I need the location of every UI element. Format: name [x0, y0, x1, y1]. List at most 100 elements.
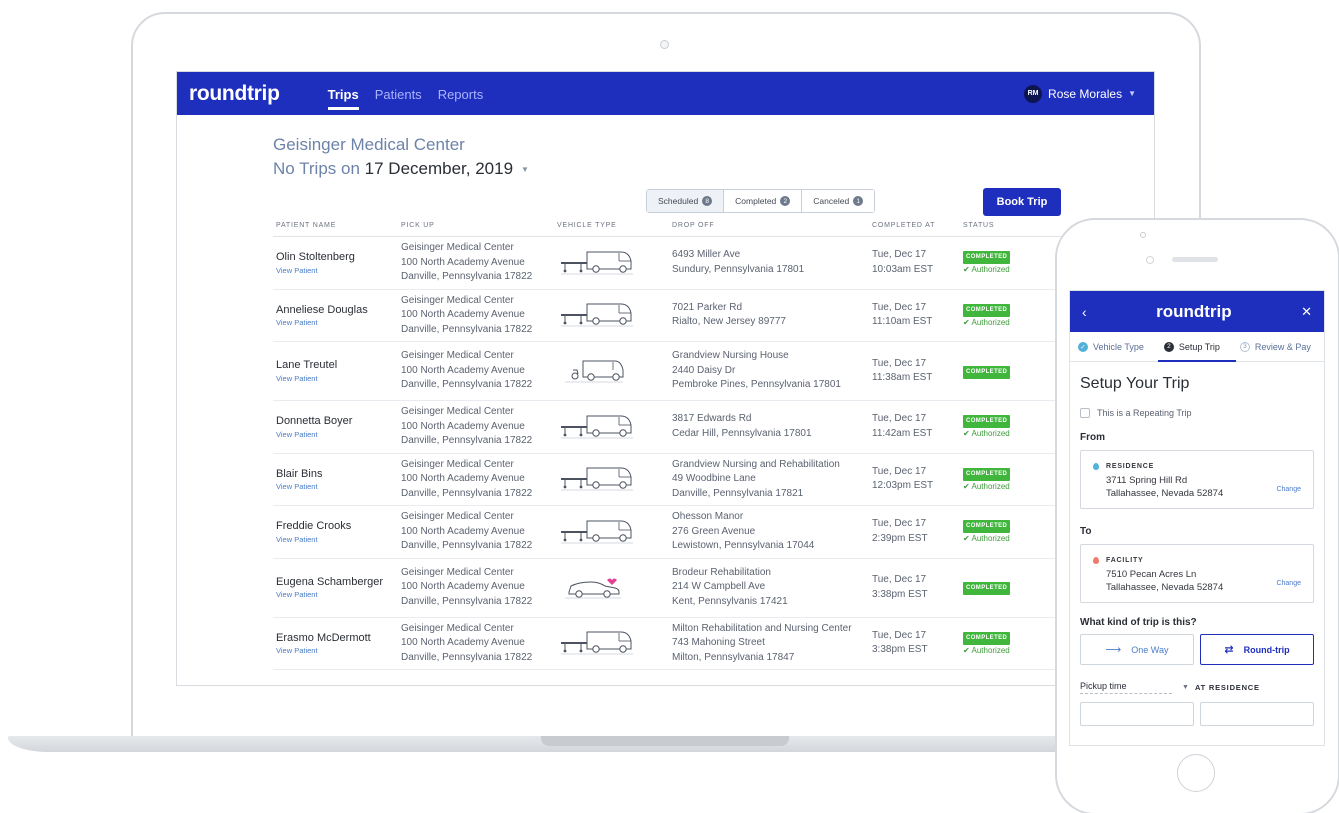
checkbox-icon[interactable] [1080, 408, 1090, 418]
view-patient-link[interactable]: View Patient [276, 589, 395, 600]
dropoff-line: Kent, Pennsylvanis 17421 [672, 595, 788, 607]
user-menu[interactable]: RM Rose Morales ▼ [1024, 84, 1136, 103]
chevron-down-icon: ▼ [1182, 684, 1189, 691]
dropoff-line: 7021 Parker Rd [672, 301, 743, 313]
filter-scheduled[interactable]: Scheduled 8 [647, 190, 725, 212]
pickup-line: Geisinger Medical Center [401, 406, 514, 417]
pickup-date-input[interactable] [1080, 702, 1194, 726]
phone-camera [1140, 232, 1146, 238]
date-selector[interactable]: No Trips on 17 December, 2019 ▼ [273, 159, 1059, 179]
filter-completed[interactable]: Completed 2 [724, 190, 803, 212]
completed-time: 10:03am EST [872, 263, 934, 275]
patient-name: Eugena Schamberger [276, 575, 384, 588]
one-way-label: One Way [1131, 644, 1169, 655]
pickup-cell: Geisinger Medical Center 100 North Academ… [398, 341, 554, 401]
nav-reports[interactable]: Reports [438, 75, 484, 112]
table-row[interactable]: Olin Stoltenberg View Patient Geisinger Me… [273, 236, 1061, 290]
change-from-link[interactable]: Change [1276, 483, 1301, 496]
change-to-link[interactable]: Change [1276, 577, 1301, 590]
close-icon[interactable]: ✕ [1301, 304, 1312, 320]
vehicle-cell [554, 289, 669, 342]
pickup-cell: Geisinger Medical Center 100 North Academ… [398, 289, 554, 342]
table-row[interactable]: Lane Treutel View Patient Geisinger Medica… [273, 341, 1061, 401]
completed-date: Tue, Dec 17 [872, 465, 927, 477]
mobile-app: ‹ roundtrip ✕ ✓ Vehicle Type 2 Setup Tri… [1069, 290, 1325, 746]
pickup-line: Danville, Pennsylvania 17822 [401, 323, 533, 335]
step-label: Review & Pay [1254, 341, 1311, 352]
address-line-2: Tallahassee, Nevada 52874 [1106, 488, 1224, 499]
dropoff-line: Grandview Nursing and Rehabilitation [672, 458, 840, 470]
col-pick-up: PICK UP [398, 222, 554, 237]
completed-at-cell: Tue, Dec 17 11:38am EST [869, 341, 960, 401]
status-badge: COMPLETED [963, 582, 1011, 595]
patient-cell: Olin Stoltenberg View Patient [273, 236, 398, 290]
patient-name: Blair Bins [276, 467, 323, 480]
patient-name: Erasmo McDermott [276, 631, 371, 644]
step-review-pay[interactable]: 3 Review & Pay [1239, 341, 1311, 352]
address-line-2: Tallahassee, Nevada 52874 [1106, 582, 1224, 593]
view-patient-link[interactable]: View Patient [276, 645, 395, 656]
pickup-line: 100 North Academy Avenue [401, 581, 525, 593]
pickup-line: Geisinger Medical Center [401, 622, 514, 634]
checkbox-label: This is a Repeating Trip [1097, 408, 1192, 418]
step-vehicle-type[interactable]: ✓ Vehicle Type [1078, 341, 1144, 352]
pickup-line: Danville, Pennsylvania 17822 [401, 540, 533, 551]
authorized-label: Authorized [971, 645, 1010, 655]
pickup-time-input[interactable] [1200, 702, 1314, 726]
completed-at-cell: Tue, Dec 17 2:39pm EST [869, 505, 960, 559]
view-patient-link[interactable]: View Patient [276, 429, 395, 440]
round-trip-button[interactable]: ⇄ Round-trip [1200, 634, 1314, 665]
dropoff-line: Milton, Pennsylvania 17847 [672, 651, 795, 663]
nav-trips[interactable]: Trips [327, 75, 359, 112]
book-trip-button[interactable]: Book Trip [983, 188, 1061, 216]
status-badge: COMPLETED [963, 467, 1011, 481]
table-row[interactable]: Blair Bins View Patient Geisinger Medical … [273, 453, 1061, 506]
table-row[interactable]: Erasmo McDermott View Patient Geisinger Me… [273, 617, 1061, 670]
vehicle-cell [554, 617, 669, 670]
repeating-trip-checkbox[interactable]: This is a Repeating Trip [1080, 408, 1314, 418]
completed-time: 11:10am EST [872, 316, 933, 328]
to-location-card: FACILITY 7510 Pecan Acres Ln Tallahassee… [1080, 544, 1314, 603]
status-cell: COMPLETED [960, 558, 1061, 618]
phone-speaker [1172, 257, 1218, 262]
view-patient-link[interactable]: View Patient [276, 534, 395, 545]
one-way-button[interactable]: ⟶ One Way [1080, 634, 1194, 665]
nav-patients[interactable]: Patients [375, 75, 422, 112]
swap-arrows-icon: ⇄ [1224, 644, 1234, 656]
completed-date: Tue, Dec 17 [872, 574, 927, 585]
step-number: 2 [1163, 341, 1174, 352]
col-drop-off: DROP OFF [669, 222, 869, 237]
authorized-label: Authorized [971, 534, 1010, 544]
patient-name: Freddie Crooks [276, 520, 352, 532]
table-row[interactable]: Eugena Schamberger View Patient Geisinger … [273, 558, 1061, 618]
status-badge: COMPLETED [963, 365, 1011, 379]
view-patient-link[interactable]: View Patient [276, 481, 395, 492]
view-patient-link[interactable]: View Patient [276, 373, 395, 384]
pickup-time-row[interactable]: Pickup time ▼ AT RESIDENCE [1080, 681, 1314, 694]
filter-canceled[interactable]: Canceled 1 [802, 190, 875, 212]
view-patient-link[interactable]: View Patient [276, 317, 395, 328]
stretcher-van-icon [561, 467, 633, 491]
setup-trip-form: Setup Your Trip This is a Repeating Trip… [1070, 362, 1324, 726]
brand-logo[interactable]: roundtrip [189, 82, 280, 106]
chevron-left-icon[interactable]: ‹ [1082, 304, 1087, 320]
step-setup-trip[interactable]: 2 Setup Trip [1157, 341, 1236, 362]
table-row[interactable]: Donnetta Boyer View Patient Geisinger Medi… [273, 400, 1061, 454]
status-badge: COMPLETED [963, 415, 1011, 429]
view-patient-link[interactable]: View Patient [276, 265, 395, 276]
pickup-line: Geisinger Medical Center [401, 566, 514, 578]
col-vehicle-type: VEHICLE TYPE [554, 222, 669, 237]
table-row[interactable]: Freddie Crooks View Patient Geisinger Medi… [273, 505, 1061, 559]
completed-date: Tue, Dec 17 [872, 413, 927, 425]
pickup-inputs [1080, 702, 1314, 726]
authorized-label: Authorized [971, 481, 1010, 491]
pickup-line: Geisinger Medical Center [401, 511, 514, 522]
col-status: STATUS [960, 222, 1061, 237]
dropoff-cell: 7021 Parker Rd Rialto, New Jersey 89777 [669, 289, 869, 342]
chevron-down-icon: ▼ [521, 165, 529, 175]
completed-date: Tue, Dec 17 [872, 301, 927, 313]
table-row[interactable]: Anneliese Douglas View Patient Geisinger M… [273, 289, 1061, 342]
completed-at-cell: Tue, Dec 17 11:42am EST [869, 400, 960, 454]
from-location-card: RESIDENCE 3711 Spring Hill Rd Tallahasse… [1080, 450, 1314, 509]
stretcher-van-icon [561, 415, 633, 439]
